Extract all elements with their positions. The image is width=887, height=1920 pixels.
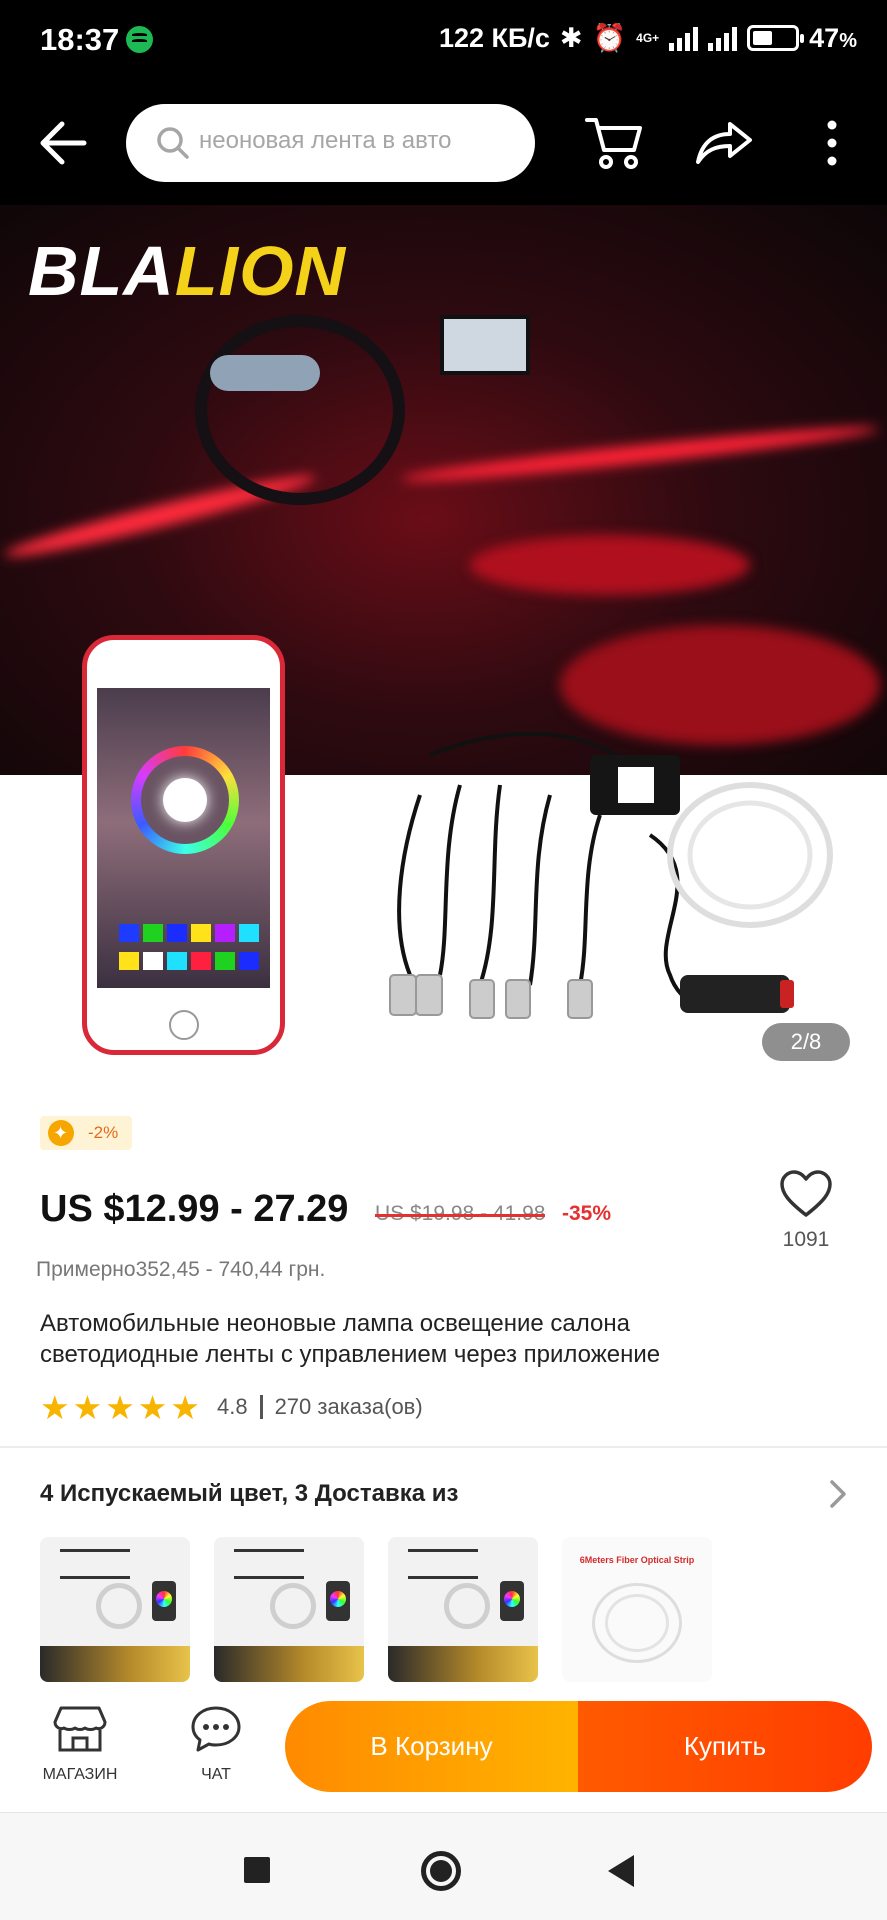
- app-screen: [97, 688, 270, 988]
- dashboard-screen: [440, 315, 530, 375]
- divider: [259, 1395, 263, 1419]
- store-button[interactable]: МАГАЗИН: [30, 1704, 130, 1790]
- chevron-right-icon[interactable]: [828, 1478, 848, 1510]
- back-arrow-icon[interactable]: [38, 120, 88, 166]
- phone-home-button: [169, 1010, 199, 1040]
- section-divider: [0, 1446, 887, 1448]
- thumbnail-label: 6Meters Fiber Optical Strip: [579, 1555, 695, 1565]
- bottom-action-bar: МАГАЗИН ЧАТ В Корзину Купить: [0, 1682, 887, 1812]
- rating-stars: ★ ★ ★ ★ ★: [40, 1388, 203, 1427]
- signal-icon: [669, 25, 699, 51]
- search-placeholder: неоновая лента в авто: [199, 127, 452, 154]
- chat-label: ЧАТ: [201, 1766, 231, 1783]
- product-price: US $12.99 - 27.29: [40, 1188, 349, 1230]
- purchase-buttons: В Корзину Купить: [285, 1701, 872, 1792]
- image-counter: 2/8: [762, 1023, 850, 1061]
- status-indicators: 122 КБ/с ✱ ⏰ 4G+ 47%: [439, 22, 857, 54]
- status-bar: 18:37 122 КБ/с ✱ ⏰ 4G+ 47%: [0, 0, 887, 82]
- discount-percent: -35%: [562, 1202, 612, 1225]
- home-icon[interactable]: [421, 1851, 461, 1891]
- store-label: МАГАЗИН: [42, 1766, 118, 1783]
- star-icon: ★: [137, 1388, 168, 1426]
- wishlist-count: 1091: [782, 1228, 830, 1251]
- bluetooth-icon: ✱: [559, 22, 583, 53]
- alarm-icon: ⏰: [592, 23, 627, 53]
- share-icon[interactable]: [694, 116, 754, 166]
- phone-app-illustration: [82, 635, 285, 1055]
- star-icon: ★: [40, 1388, 70, 1426]
- battery-fill: [753, 31, 773, 45]
- color-swatches-2: [119, 952, 259, 970]
- color-swatches: [119, 924, 259, 942]
- variant-thumbnail[interactable]: 6Meters Fiber Optical Strip: [562, 1537, 712, 1682]
- status-time: 18:37: [40, 22, 120, 57]
- original-price: US $19.98 - 41.98: [375, 1202, 546, 1225]
- coupon-value: -2%: [88, 1123, 119, 1142]
- led-kit-illustration: [389, 731, 833, 1019]
- search-input[interactable]: неоновая лента в авто: [126, 104, 535, 182]
- coin-icon: [48, 1120, 74, 1146]
- orders-count: 270 заказа(ов): [274, 1394, 423, 1419]
- battery-icon: [747, 25, 805, 51]
- network-speed: 122 КБ/с: [438, 22, 550, 53]
- recent-apps-icon[interactable]: [244, 1857, 270, 1883]
- battery-percent: 47%: [809, 22, 857, 53]
- more-options-icon[interactable]: [822, 118, 842, 168]
- search-icon: [157, 127, 189, 159]
- buy-now-button[interactable]: Купить: [578, 1701, 872, 1792]
- chat-button[interactable]: ЧАТ: [166, 1704, 266, 1790]
- chat-icon: [191, 1706, 241, 1752]
- instrument-cluster: [210, 355, 320, 391]
- variant-thumbnail[interactable]: [40, 1537, 190, 1682]
- star-icon: ★: [105, 1388, 135, 1426]
- steering-wheel: [195, 315, 405, 505]
- brand-logo: BLALION: [28, 232, 347, 310]
- coupon-badge[interactable]: -2%: [40, 1116, 133, 1150]
- heart-icon[interactable]: [778, 1168, 834, 1220]
- android-navigation-bar: [0, 1812, 887, 1920]
- product-title: Автомобильные неоновые лампа освещение с…: [40, 1310, 661, 1368]
- product-image-gallery[interactable]: BLALION 2/8: [0, 205, 887, 1075]
- store-icon: [53, 1706, 107, 1752]
- add-to-cart-button[interactable]: В Корзину: [285, 1701, 578, 1792]
- system-back-icon[interactable]: [608, 1855, 634, 1887]
- variant-thumbnails: 6Meters Fiber Optical Strip: [40, 1537, 712, 1682]
- variant-selector-header[interactable]: 4 Испускаемый цвет, 3 Доставка из: [40, 1480, 458, 1508]
- signal-icon-2: [708, 25, 738, 51]
- star-icon: ★: [170, 1388, 200, 1426]
- star-icon: ★: [72, 1388, 103, 1426]
- top-navigation: неоновая лента в авто: [0, 82, 887, 205]
- rating-value: 4.8: [216, 1394, 248, 1419]
- rating-row[interactable]: ★ ★ ★ ★ ★ 4.8 270 заказа(ов): [40, 1388, 423, 1427]
- variant-thumbnail[interactable]: [214, 1537, 364, 1682]
- network-type: 4G+: [636, 31, 660, 45]
- variant-thumbnail[interactable]: [388, 1537, 538, 1682]
- approx-local-price: Примерно352,45 - 740,44 грн.: [36, 1258, 326, 1281]
- spotify-icon: [126, 26, 153, 53]
- cart-icon[interactable]: [584, 112, 644, 172]
